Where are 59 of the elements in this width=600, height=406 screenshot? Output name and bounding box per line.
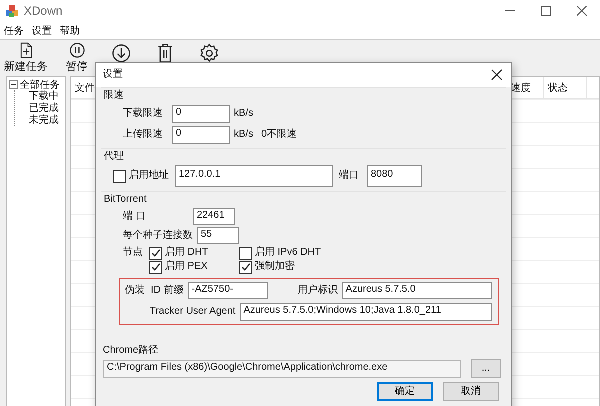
unit-label: kB/s (234, 129, 254, 141)
checkbox-label[interactable]: 强制加密 (255, 261, 295, 273)
menu-item[interactable]: 帮助 (60, 24, 80, 38)
dialog-title: 设置 (103, 69, 123, 81)
column-header[interactable]: 状态 (548, 80, 568, 94)
field-label: 节点 (123, 246, 144, 260)
checkbox-label[interactable]: 启用 PEX (165, 261, 208, 273)
toolbar-button[interactable]: 暂停 (62, 42, 92, 74)
group-title: 代理 (104, 151, 125, 163)
field-label: 伪装 (125, 284, 146, 296)
check-icon (240, 262, 250, 272)
close-icon (491, 69, 503, 81)
maximize-icon (541, 6, 551, 16)
input-field[interactable]: 55 (197, 227, 239, 244)
tree-item[interactable]: 已完成 (29, 101, 59, 115)
checkbox[interactable] (239, 246, 252, 260)
checkbox[interactable] (149, 246, 162, 260)
field-label: 端口 (339, 170, 360, 182)
checkbox-label[interactable]: 启用 IPv6 DHT (255, 247, 322, 259)
checkbox[interactable] (239, 260, 252, 274)
input-field[interactable]: 22461 (193, 208, 235, 225)
field-label: 每个种子连接数 (123, 230, 193, 242)
column-header[interactable]: 速度 (511, 80, 531, 94)
close-icon (577, 6, 587, 16)
field-label: ID 前缀 (151, 284, 184, 296)
browse-button[interactable]: ... (471, 359, 501, 378)
tree-item[interactable]: 全部任务 (20, 78, 60, 92)
field-label: Tracker User Agent (150, 306, 236, 318)
input-field[interactable]: -AZ5750- (188, 282, 268, 299)
dialog-button[interactable]: 确定 (377, 382, 433, 401)
unit-label: kB/s (234, 108, 254, 120)
input-field[interactable]: 8080 (367, 165, 422, 187)
checkbox-label[interactable]: 启用 DHT (165, 247, 208, 259)
group-title: BitTorrent (104, 194, 148, 206)
input-field[interactable]: 0 (172, 126, 230, 144)
column-header[interactable]: 文件 (75, 80, 95, 94)
menu-item[interactable]: 设置 (32, 24, 52, 38)
tree-item[interactable]: 下载中 (29, 89, 59, 103)
input-field[interactable]: 0 (172, 105, 230, 123)
field-label: Chrome路径 (103, 345, 160, 357)
toolbar-button[interactable]: 新建任务 (4, 42, 48, 74)
checkbox-label[interactable]: 启用地址 (129, 170, 169, 182)
field-label: 端 口 (123, 210, 147, 222)
menu-item[interactable]: 任务 (4, 24, 24, 38)
input-field[interactable]: C:\Program Files (x86)\Google\Chrome\Application\chrome.exe (103, 360, 461, 378)
dialog-button[interactable]: 取消 (443, 382, 499, 401)
checkbox[interactable] (113, 170, 126, 182)
group-title: 限速 (104, 90, 125, 102)
input-field[interactable]: 127.0.0.1 (175, 165, 333, 187)
tree-item[interactable]: 未完成 (29, 113, 59, 127)
window-title: XDown (24, 4, 64, 18)
field-label: 上传限速 (123, 129, 164, 141)
field-label: 下载限速 (123, 108, 164, 120)
hint-text: 0不限速 (261, 129, 298, 141)
app-logo-icon (5, 4, 19, 18)
checkbox[interactable] (149, 260, 162, 274)
input-field[interactable]: Azureus 5.7.5.0;Windows 10;Java 1.8.0_211 (240, 303, 492, 321)
input-field[interactable]: Azureus 5.7.5.0 (342, 282, 492, 299)
field-label: 用户标识 (298, 284, 338, 296)
